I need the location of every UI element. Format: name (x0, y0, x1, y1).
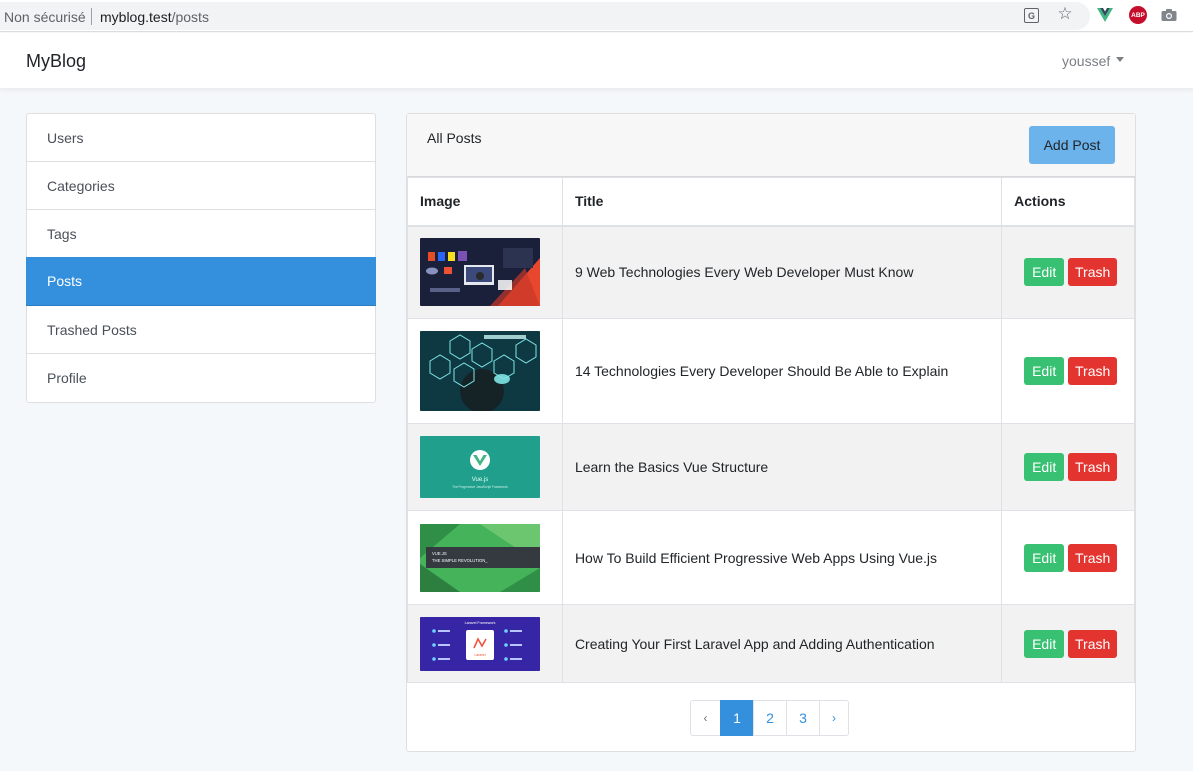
sidebar-item-tags[interactable]: Tags (27, 210, 375, 258)
column-header-actions: Actions (1001, 177, 1135, 227)
thumb-pwa-line2: THE SIMPLE REVOLUTION_ (432, 558, 488, 563)
table-row: Laravel Framework Laravel Creating Your … (407, 604, 1135, 683)
pagination-prev[interactable]: ‹ (690, 700, 721, 736)
post-title: How To Build Efficient Progressive Web A… (561, 510, 1003, 605)
table-header-row: Image Title Actions (407, 177, 1135, 227)
pagination-page-2[interactable]: 2 (753, 700, 787, 736)
adblock-plus-icon[interactable]: ABP (1129, 6, 1147, 24)
column-header-image: Image (407, 177, 563, 227)
post-thumbnail: Vue.js The Progressive JavaScript Framew… (420, 436, 540, 498)
table-row: 9 Web Technologies Every Web Developer M… (407, 225, 1135, 319)
post-thumbnail: Laravel Framework Laravel (420, 616, 540, 671)
posts-table: Image Title Actions 9 Web Technologies E… (407, 177, 1135, 683)
thumb-vue-text: Vue.js (472, 477, 488, 483)
trash-button[interactable]: Trash (1068, 453, 1118, 481)
vue-devtools-icon[interactable] (1096, 6, 1114, 24)
sidebar-item-trashed-posts[interactable]: Trashed Posts (27, 306, 375, 354)
edit-button[interactable]: Edit (1024, 258, 1065, 287)
table-row: 14 Technologies Every Developer Should B… (407, 318, 1135, 424)
post-image-cell (407, 318, 563, 424)
url-text[interactable]: myblog.test/posts (100, 9, 209, 25)
edit-button[interactable]: Edit (1024, 357, 1065, 385)
table-row: VUE.JS THE SIMPLE REVOLUTION_ How To Bui… (407, 510, 1135, 605)
pagination-page-1[interactable]: 1 (720, 700, 754, 736)
column-header-title: Title (561, 177, 1003, 227)
security-status[interactable]: Non sécurisé (4, 9, 86, 25)
sidebar-menu: Users Categories Tags Posts Trashed Post… (26, 113, 376, 403)
star-icon[interactable]: ☆ (1056, 4, 1074, 23)
post-title: Creating Your First Laravel App and Addi… (561, 604, 1003, 683)
top-navbar: MyBlog youssef (0, 33, 1193, 89)
camera-icon[interactable] (1160, 6, 1178, 24)
posts-card: All Posts Add Post Image Title Actions 9… (406, 113, 1136, 752)
url-path: /posts (171, 9, 209, 25)
sidebar-item-profile[interactable]: Profile (27, 354, 375, 402)
post-actions-cell: Edit Trash (1001, 604, 1135, 683)
post-actions-cell: Edit Trash (1001, 225, 1135, 319)
edit-button[interactable]: Edit (1024, 543, 1065, 572)
thumb-laravel-name: Laravel (474, 653, 485, 657)
post-title: Learn the Basics Vue Structure (561, 423, 1003, 511)
post-actions-cell: Edit Trash (1001, 510, 1135, 605)
post-image-cell: Vue.js The Progressive JavaScript Framew… (407, 423, 563, 511)
pagination-next[interactable]: › (819, 700, 849, 736)
thumb-vue-sub: The Progressive JavaScript Framework (452, 485, 508, 489)
table-row: Vue.js The Progressive JavaScript Framew… (407, 423, 1135, 511)
sidebar-item-posts[interactable]: Posts (26, 257, 376, 306)
url-host: myblog.test (100, 9, 172, 25)
add-post-button[interactable]: Add Post (1029, 126, 1115, 164)
sidebar-item-users[interactable]: Users (27, 114, 375, 162)
pagination: ‹ 1 2 3 › (690, 700, 849, 736)
brand-logo[interactable]: MyBlog (26, 51, 86, 72)
edit-button[interactable]: Edit (1024, 629, 1065, 658)
post-thumbnail (420, 238, 540, 307)
post-actions-cell: Edit Trash (1001, 423, 1135, 511)
address-bar[interactable]: Non sécurisé myblog.test/posts (0, 2, 1090, 30)
thumb-laravel-title: Laravel Framework (465, 621, 496, 625)
post-actions-cell: Edit Trash (1001, 318, 1135, 424)
post-title: 14 Technologies Every Developer Should B… (561, 318, 1003, 424)
trash-button[interactable]: Trash (1068, 629, 1118, 658)
post-thumbnail: VUE.JS THE SIMPLE REVOLUTION_ (420, 523, 540, 592)
sidebar-item-categories[interactable]: Categories (27, 162, 375, 210)
post-title: 9 Web Technologies Every Web Developer M… (561, 225, 1003, 319)
post-image-cell: VUE.JS THE SIMPLE REVOLUTION_ (407, 510, 563, 605)
trash-button[interactable]: Trash (1068, 258, 1118, 287)
translate-icon[interactable]: G (1024, 8, 1039, 23)
browser-toolbar: Non sécurisé myblog.test/posts G ☆ ABP (0, 0, 1193, 32)
user-name: youssef (1062, 53, 1111, 69)
user-dropdown[interactable]: youssef (1062, 53, 1125, 69)
caret-down-icon (1116, 56, 1125, 62)
post-image-cell (407, 225, 563, 319)
card-title: All Posts (427, 130, 482, 146)
trash-button[interactable]: Trash (1068, 543, 1118, 572)
url-separator (91, 8, 92, 25)
post-thumbnail (420, 331, 540, 411)
pagination-page-3[interactable]: 3 (786, 700, 820, 736)
trash-button[interactable]: Trash (1068, 357, 1118, 385)
thumb-pwa-line1: VUE.JS (432, 551, 447, 556)
edit-button[interactable]: Edit (1024, 453, 1065, 481)
post-image-cell: Laravel Framework Laravel (407, 604, 563, 683)
card-header: All Posts Add Post (407, 114, 1135, 177)
